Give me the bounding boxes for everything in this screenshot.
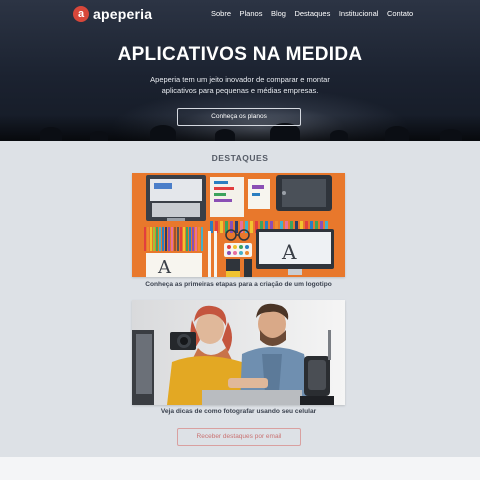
hero-subtitle-line-2: aplicativos para pequenas e médias empre… [161, 86, 319, 95]
svg-text:A: A [157, 257, 172, 277]
designer-desk-illustration: A A [132, 173, 345, 277]
nav-contato[interactable]: Contato [387, 9, 413, 18]
photographers-photo [132, 300, 345, 405]
highlight-card-photo[interactable] [132, 300, 345, 405]
nav-institucional[interactable]: Institucional [339, 9, 379, 18]
highlight-caption-photo[interactable]: Veja dicas de como fotografar usando seu… [132, 408, 345, 415]
email-highlights-button[interactable]: Receber destaques por email [177, 428, 301, 446]
highlights-title: DESTAQUES [211, 153, 269, 163]
hero-title: APLICATIVOS NA MEDIDA [117, 44, 363, 65]
logo-mark-icon: a [73, 6, 89, 22]
brand-logo[interactable]: a apeperia [73, 6, 152, 22]
footer-bar [0, 457, 480, 480]
hero-subtitle: Apeperia tem um jeito inovador de compar… [140, 74, 340, 96]
nav-sobre[interactable]: Sobre [211, 9, 231, 18]
svg-text:A: A [281, 240, 297, 264]
brand-name: apeperia [93, 6, 153, 22]
hero-subtitle-line-1: Apeperia tem um jeito inovador de compar… [150, 75, 330, 84]
nav-destaques[interactable]: Destaques [294, 9, 330, 18]
plans-button[interactable]: Conheça os planos [177, 108, 301, 126]
main-nav: Sobre Planos Blog Destaques Instituciona… [211, 9, 422, 18]
highlight-card-logo[interactable]: A A [132, 173, 345, 277]
nav-blog[interactable]: Blog [271, 9, 286, 18]
hero-banner: a apeperia Sobre Planos Blog Destaques I… [0, 0, 480, 141]
highlight-caption-logo[interactable]: Conheça as primeiras etapas para a criaç… [132, 281, 345, 288]
nav-planos[interactable]: Planos [240, 9, 263, 18]
